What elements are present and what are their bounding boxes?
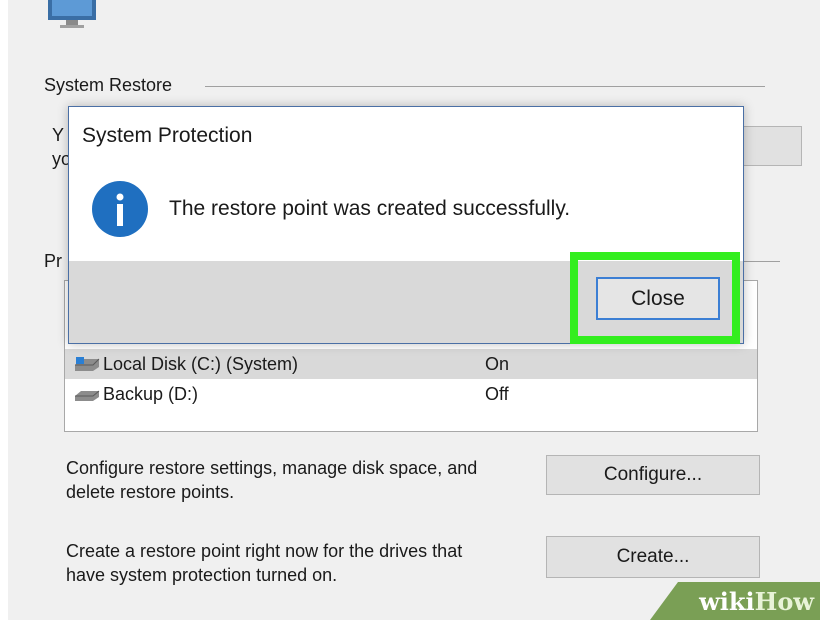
drive-name: Backup (D:) (103, 383, 199, 404)
clipped-text-line1: Y (52, 125, 65, 145)
wikihow-watermark: wiki How (650, 582, 820, 620)
protection-divider (742, 261, 780, 262)
system-restore-group-label: System Restore (44, 75, 179, 96)
drive-row[interactable]: Backup (D:) Off (65, 379, 757, 409)
computer-icon (48, 0, 96, 28)
watermark-wiki: wiki (699, 586, 755, 616)
close-button[interactable]: Close (596, 277, 720, 320)
create-button[interactable]: Create... (546, 536, 760, 578)
create-description: Create a restore point right now for the… (66, 539, 462, 587)
configure-description-line2: delete restore points. (66, 482, 235, 502)
configure-description: Configure restore settings, manage disk … (66, 456, 477, 504)
create-description-line2: have system protection turned on. (66, 565, 338, 585)
info-icon (92, 181, 148, 237)
drive-protection-status: On (485, 353, 510, 374)
configure-description-line1: Configure restore settings, manage disk … (66, 458, 478, 478)
protection-settings-label: Pr (44, 251, 62, 271)
drive-name: Local Disk (C:) (System) (103, 353, 299, 374)
system-drive-icon (75, 357, 100, 371)
create-description-line1: Create a restore point right now for the… (66, 541, 463, 561)
dialog-title: System Protection (82, 124, 253, 147)
system-restore-button[interactable] (742, 126, 802, 166)
drive-row[interactable]: Local Disk (C:) (System) On (65, 349, 757, 379)
watermark-how: How (754, 586, 814, 616)
configure-button[interactable]: Configure... (546, 455, 760, 495)
dialog-message: The restore point was created successful… (169, 197, 571, 220)
drive-protection-status: Off (485, 383, 509, 404)
group-divider (205, 86, 765, 87)
drive-icon (75, 390, 100, 401)
